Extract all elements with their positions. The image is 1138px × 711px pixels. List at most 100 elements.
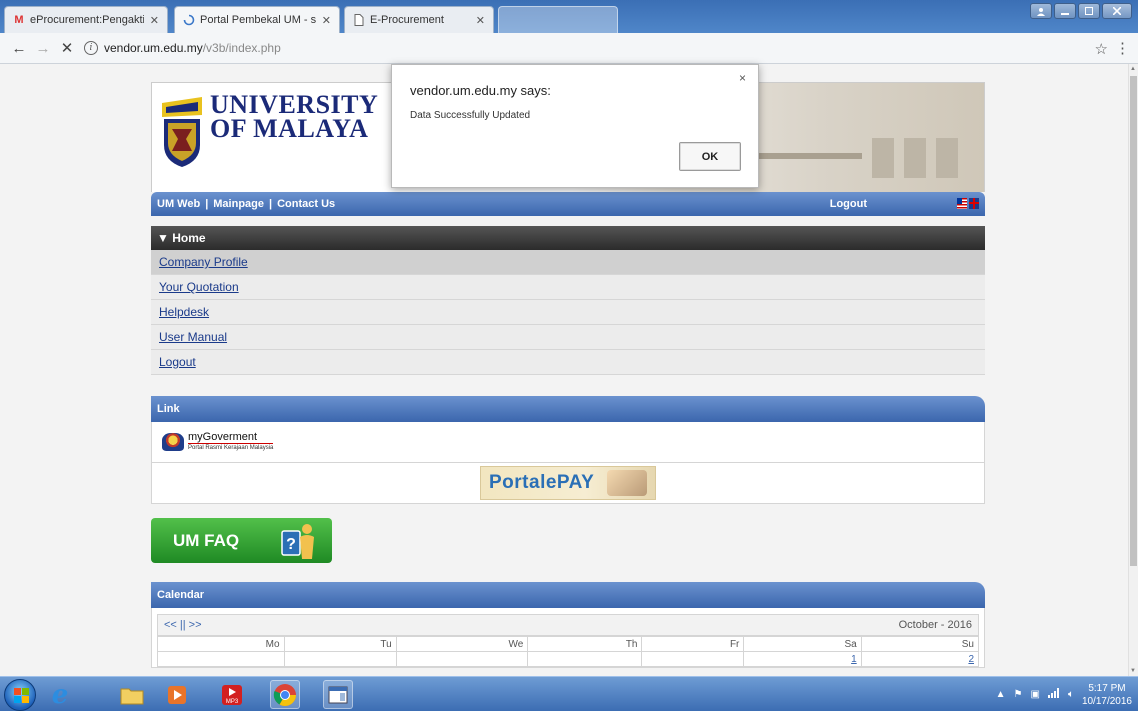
device-icon[interactable]: ▣ xyxy=(1030,689,1039,700)
back-button[interactable]: ← xyxy=(8,37,30,59)
url-path: /v3b/index.php xyxy=(202,41,281,55)
link-panel-header: Link xyxy=(151,396,985,422)
loading-icon xyxy=(183,14,195,26)
network-signal-icon[interactable] xyxy=(1047,688,1060,701)
dialog-title: vendor.um.edu.my says: xyxy=(410,83,551,98)
nav-um-web-link[interactable]: UM Web xyxy=(157,198,200,210)
calendar-prev-next-controls[interactable]: << || >> xyxy=(164,619,202,631)
window-app-icon[interactable] xyxy=(323,680,353,709)
svg-text:?: ? xyxy=(286,536,296,553)
user-manual-link[interactable]: User Manual xyxy=(159,330,227,344)
home-menu-header[interactable]: ▼ Home xyxy=(151,226,985,250)
calendar-day-link[interactable]: 2 xyxy=(968,654,974,665)
document-icon xyxy=(353,14,365,26)
url-host: vendor.um.edu.my xyxy=(104,41,203,55)
nav-mainpage-link[interactable]: Mainpage xyxy=(213,198,264,210)
user-icon[interactable] xyxy=(1030,3,1052,19)
minimize-button[interactable] xyxy=(1054,3,1076,19)
tab-close-icon[interactable]: ✕ xyxy=(476,14,485,27)
clock-date: 10/17/2016 xyxy=(1081,695,1132,707)
calendar-nav-bar: << || >> October - 2016 xyxy=(157,614,979,636)
menu-item-logout[interactable]: Logout xyxy=(151,350,985,375)
calendar-day-cell xyxy=(157,651,285,667)
nav-separator: | xyxy=(205,198,209,210)
page-scrollbar[interactable]: ▲ ▼ xyxy=(1128,64,1138,676)
weekday-label: Fr xyxy=(641,636,745,652)
logout-link[interactable]: Logout xyxy=(159,355,196,369)
bookmark-star-icon[interactable]: ☆ xyxy=(1095,40,1108,58)
calendar-month-label: October - 2016 xyxy=(898,619,972,631)
calendar-day-cell xyxy=(283,651,397,667)
media-player-icon[interactable] xyxy=(162,680,192,709)
scroll-down-arrow-icon[interactable]: ▼ xyxy=(1130,668,1136,674)
calendar-day-link[interactable]: 1 xyxy=(851,654,857,665)
nav-contact-us-link[interactable]: Contact Us xyxy=(277,198,335,210)
payment-hand-icon xyxy=(607,470,647,496)
helpdesk-link[interactable]: Helpdesk xyxy=(159,305,209,319)
malaysia-flag-icon[interactable] xyxy=(957,198,967,209)
file-explorer-icon[interactable] xyxy=(117,680,147,709)
tab-portal-pembekal[interactable]: Portal Pembekal UM - s1 ✕ xyxy=(174,6,340,33)
portalepay-banner-link[interactable]: PortalePAY xyxy=(480,466,656,500)
nav-logout-link[interactable]: Logout xyxy=(830,198,867,210)
weekday-label: Mo xyxy=(157,636,285,652)
start-button[interactable] xyxy=(4,679,36,711)
volume-icon[interactable]: 🔈︎ xyxy=(1068,689,1074,700)
language-flags xyxy=(957,198,979,209)
browser-tab-strip: M eProcurement:Pengaktif ✕ Portal Pembek… xyxy=(0,0,1138,33)
menu-item-your-quotation[interactable]: Your Quotation xyxy=(151,275,985,300)
new-tab-area[interactable] xyxy=(498,6,618,33)
weekday-label: We xyxy=(395,636,529,652)
scroll-up-arrow-icon[interactable]: ▲ xyxy=(1130,66,1136,72)
university-crest-icon xyxy=(160,93,204,169)
um-faq-button[interactable]: UM FAQ ? xyxy=(151,518,332,563)
calendar-day-cell: 2 xyxy=(860,651,980,667)
show-hidden-icons-icon[interactable]: ▲ xyxy=(996,689,1006,700)
chrome-taskbar-icon[interactable] xyxy=(270,680,300,709)
taskbar-clock[interactable]: 5:17 PM 10/17/2016 xyxy=(1082,682,1132,708)
stop-loading-button[interactable]: ✕ xyxy=(56,37,78,59)
tab-eprocurement-pengaktif[interactable]: M eProcurement:Pengaktif ✕ xyxy=(4,6,168,33)
weekday-label: Tu xyxy=(283,636,397,652)
menu-item-user-manual[interactable]: User Manual xyxy=(151,325,985,350)
calendar-week-row: 1 2 xyxy=(157,651,980,667)
nav-separator: | xyxy=(269,198,273,210)
address-toolbar: ← → ✕ i vendor.um.edu.my/v3b/index.php ☆… xyxy=(0,33,1138,64)
svg-text:MP3: MP3 xyxy=(226,699,239,705)
calendar-day-cell xyxy=(641,651,745,667)
maximize-button[interactable] xyxy=(1078,3,1100,19)
ok-button[interactable]: OK xyxy=(679,142,741,171)
portalepay-row: PortalePAY xyxy=(151,463,985,504)
calendar-grid: Mo Tu We Th Fr Sa Su 1 2 xyxy=(157,636,980,667)
company-profile-link[interactable]: Company Profile xyxy=(159,255,248,269)
calendar-day-cell xyxy=(395,651,529,667)
mygovernment-row: myGoverment Portal Rasmi Kerajaan Malays… xyxy=(151,422,985,463)
alert-dialog: × vendor.um.edu.my says: Data Successful… xyxy=(391,64,759,188)
info-icon[interactable]: i xyxy=(84,41,98,55)
calendar-widget: << || >> October - 2016 Mo Tu We Th Fr S… xyxy=(151,608,985,668)
url-bar[interactable]: i vendor.um.edu.my/v3b/index.php xyxy=(84,36,1094,60)
tab-close-icon[interactable]: ✕ xyxy=(322,14,331,27)
university-logo: UNIVERSITY OF MALAYA xyxy=(160,92,378,169)
internet-explorer-icon[interactable]: e xyxy=(45,680,75,710)
weekday-label: Sa xyxy=(743,636,862,652)
mp3-player-icon[interactable]: MP3 xyxy=(217,680,247,709)
your-quotation-link[interactable]: Your Quotation xyxy=(159,280,239,294)
malaysia-coat-of-arms-icon xyxy=(162,433,184,451)
calendar-day-cell xyxy=(527,651,643,667)
browser-menu-icon[interactable]: ⋮ xyxy=(1115,39,1130,57)
forward-button[interactable]: → xyxy=(32,37,54,59)
window-controls xyxy=(1030,3,1132,19)
uk-flag-icon[interactable] xyxy=(969,198,979,209)
action-center-flag-icon[interactable]: ⚑ xyxy=(1014,689,1023,700)
scrollbar-thumb[interactable] xyxy=(1130,76,1137,566)
mygovernment-link[interactable]: myGoverment Portal Rasmi Kerajaan Malays… xyxy=(162,432,274,452)
window-close-button[interactable] xyxy=(1102,3,1132,19)
dialog-close-icon[interactable]: × xyxy=(739,71,746,85)
menu-item-company-profile[interactable]: Company Profile xyxy=(151,250,985,275)
weekday-header-row: Mo Tu We Th Fr Sa Su xyxy=(157,636,980,652)
tab-close-icon[interactable]: ✕ xyxy=(150,14,159,27)
menu-item-helpdesk[interactable]: Helpdesk xyxy=(151,300,985,325)
faq-question-figure-icon: ? xyxy=(280,521,318,561)
tab-e-procurement[interactable]: E-Procurement ✕ xyxy=(344,6,494,33)
